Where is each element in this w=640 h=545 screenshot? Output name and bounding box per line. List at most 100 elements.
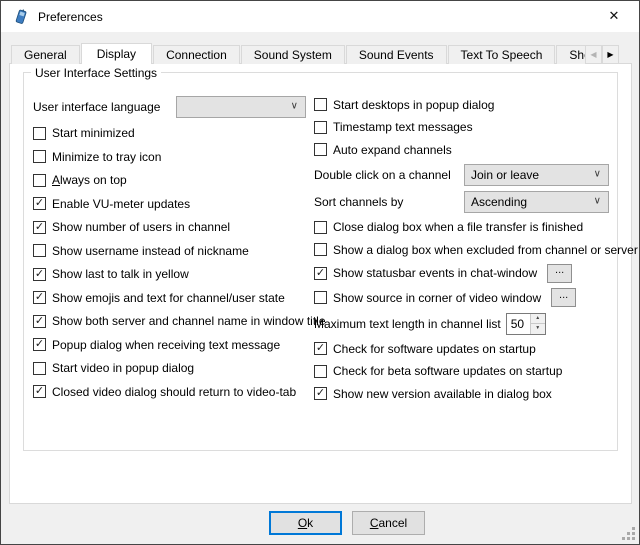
- max-text-length-row: Maximum text length in channel list 50 ▲…: [314, 313, 612, 335]
- checkbox-label: Show source in corner of video window: [333, 291, 541, 305]
- max-text-length-label: Maximum text length in channel list: [314, 317, 501, 331]
- checkbox[interactable]: [33, 362, 46, 375]
- checkbox-label: Start desktops in popup dialog: [333, 98, 494, 112]
- double-click-combobox[interactable]: Join or leave ∨: [464, 164, 609, 186]
- checkbox-row: ✓Show both server and channel name in wi…: [33, 313, 305, 330]
- tab-connection[interactable]: Connection: [153, 45, 240, 64]
- chevron-down-icon: ∨: [291, 101, 298, 112]
- checkbox-row: Always on top: [33, 172, 305, 189]
- checkbox[interactable]: ✓: [33, 385, 46, 398]
- checkbox-row: Minimize to tray icon: [33, 148, 305, 165]
- language-row: User interface language ∨: [33, 96, 305, 118]
- checkbox-label: Enable VU-meter updates: [52, 197, 190, 211]
- right-checkbox-list-bottom: ✓ Check for software updates on startup Ch…: [314, 340, 612, 402]
- left-checkbox-list: Start minimized Minimize to tray icon Alwa…: [33, 125, 305, 401]
- right-checkbox-list-top: Start desktops in popup dialog Timestamp …: [314, 96, 612, 158]
- checkbox-label: Closed video dialog should return to vid…: [52, 385, 296, 399]
- checkbox[interactable]: [314, 243, 327, 256]
- checkbox-row: ✓ Check for software updates on startup: [314, 340, 612, 357]
- double-click-label: Double click on a channel: [314, 168, 464, 182]
- checkbox[interactable]: [33, 150, 46, 163]
- checkbox-label: Auto expand channels: [333, 143, 452, 157]
- chevron-down-icon: ∨: [594, 168, 601, 179]
- checkbox-row: ✓ Enable VU-meter updates: [33, 195, 305, 212]
- ok-button[interactable]: Ok: [269, 511, 342, 535]
- tab-sound-system[interactable]: Sound System: [241, 45, 345, 64]
- checkbox-row: Show source in corner of video window...: [314, 288, 612, 307]
- checkbox[interactable]: [33, 244, 46, 257]
- more-options-button[interactable]: ...: [547, 264, 572, 283]
- checkbox[interactable]: ✓: [314, 387, 327, 400]
- checkbox-row: ✓ Show emojis and text for channel/user s…: [33, 289, 305, 306]
- checkbox[interactable]: [33, 127, 46, 140]
- checkbox-row: Timestamp text messages: [314, 119, 612, 136]
- double-click-value: Join or leave: [471, 168, 539, 182]
- checkbox[interactable]: ✓: [314, 342, 327, 355]
- checkbox-label: Minimize to tray icon: [52, 150, 161, 164]
- checkbox[interactable]: [314, 291, 327, 304]
- checkbox-row: Start video in popup dialog: [33, 360, 305, 377]
- cancel-button[interactable]: Cancel: [352, 511, 425, 535]
- tab-bar: GeneralDisplayConnectionSound SystemSoun…: [11, 43, 619, 64]
- checkbox-row: ✓ Show new version available in dialog bo…: [314, 385, 612, 402]
- checkbox-label: Show statusbar events in chat-window: [333, 266, 537, 280]
- checkbox-label: Start minimized: [52, 126, 135, 140]
- spinner-buttons: ▲ ▼: [530, 314, 545, 334]
- sort-channels-row: Sort channels by Ascending ∨: [314, 191, 612, 213]
- tab-display[interactable]: Display: [81, 43, 152, 64]
- checkbox[interactable]: ✓: [33, 197, 46, 210]
- checkbox-row: ✓ Closed video dialog should return to vi…: [33, 383, 305, 400]
- checkbox-row: ✓Popup dialog when receiving text messag…: [33, 336, 305, 353]
- close-icon[interactable]: ✕: [597, 1, 631, 31]
- app-icon: [13, 9, 29, 25]
- checkbox[interactable]: [314, 121, 327, 134]
- checkbox-row: ✓ Show statusbar events in chat-window...: [314, 264, 612, 283]
- double-click-row: Double click on a channel Join or leave …: [314, 164, 612, 186]
- tab-general[interactable]: General: [11, 45, 80, 64]
- window-title: Preferences: [38, 10, 103, 24]
- right-column: Start desktops in popup dialog Timestamp …: [314, 96, 612, 402]
- checkbox-row: Check for beta software updates on start…: [314, 363, 612, 380]
- checkbox-label: Show emojis and text for channel/user st…: [52, 291, 285, 305]
- spin-down-icon[interactable]: ▼: [531, 324, 545, 334]
- checkbox-row: Start minimized: [33, 125, 305, 142]
- checkbox-label: Show new version available in dialog box: [333, 387, 552, 401]
- checkbox[interactable]: [33, 174, 46, 187]
- checkbox[interactable]: ✓: [314, 267, 327, 280]
- checkbox-row: Close dialog box when a file transfer is…: [314, 219, 612, 236]
- checkbox[interactable]: ✓: [33, 291, 46, 304]
- tab-sound-events[interactable]: Sound Events: [346, 45, 447, 64]
- right-checkbox-list-mid: Close dialog box when a file transfer is…: [314, 219, 612, 308]
- checkbox[interactable]: ✓: [33, 268, 46, 281]
- checkbox[interactable]: [314, 221, 327, 234]
- language-combobox[interactable]: ∨: [176, 96, 306, 118]
- sort-channels-value: Ascending: [471, 195, 527, 209]
- sort-channels-combobox[interactable]: Ascending ∨: [464, 191, 609, 213]
- checkbox[interactable]: [314, 365, 327, 378]
- max-text-length-spinner[interactable]: 50 ▲ ▼: [506, 313, 546, 335]
- checkbox-row: Auto expand channels: [314, 141, 612, 158]
- titlebar: Preferences ✕: [1, 1, 639, 32]
- tab-text-to-speech[interactable]: Text To Speech: [448, 45, 556, 64]
- checkbox-row: Start desktops in popup dialog: [314, 96, 612, 113]
- group-title: User Interface Settings: [31, 66, 161, 80]
- checkbox[interactable]: [314, 143, 327, 156]
- checkbox-label: Show last to talk in yellow: [52, 267, 189, 281]
- checkbox[interactable]: ✓: [33, 338, 46, 351]
- checkbox-label: Show both server and channel name in win…: [52, 314, 326, 328]
- checkbox-label: Timestamp text messages: [333, 120, 473, 134]
- checkbox-label: Always on top: [52, 173, 127, 187]
- checkbox[interactable]: [314, 98, 327, 111]
- checkbox[interactable]: ✓: [33, 221, 46, 234]
- more-options-button[interactable]: ...: [551, 288, 576, 307]
- checkbox-row: ✓ Show last to talk in yellow: [33, 266, 305, 283]
- max-text-length-value: 50: [507, 314, 530, 334]
- resize-grip[interactable]: [622, 527, 635, 540]
- tab-scroll-left-icon[interactable]: ◀: [585, 45, 602, 64]
- checkbox[interactable]: ✓: [33, 315, 46, 328]
- checkbox-label: Check for software updates on startup: [333, 342, 536, 356]
- spin-up-icon[interactable]: ▲: [531, 314, 545, 325]
- tab-scroll-right-icon[interactable]: ▶: [602, 45, 619, 64]
- checkbox-label: Start video in popup dialog: [52, 361, 194, 375]
- tab-scroller: ◀ ▶: [585, 45, 619, 64]
